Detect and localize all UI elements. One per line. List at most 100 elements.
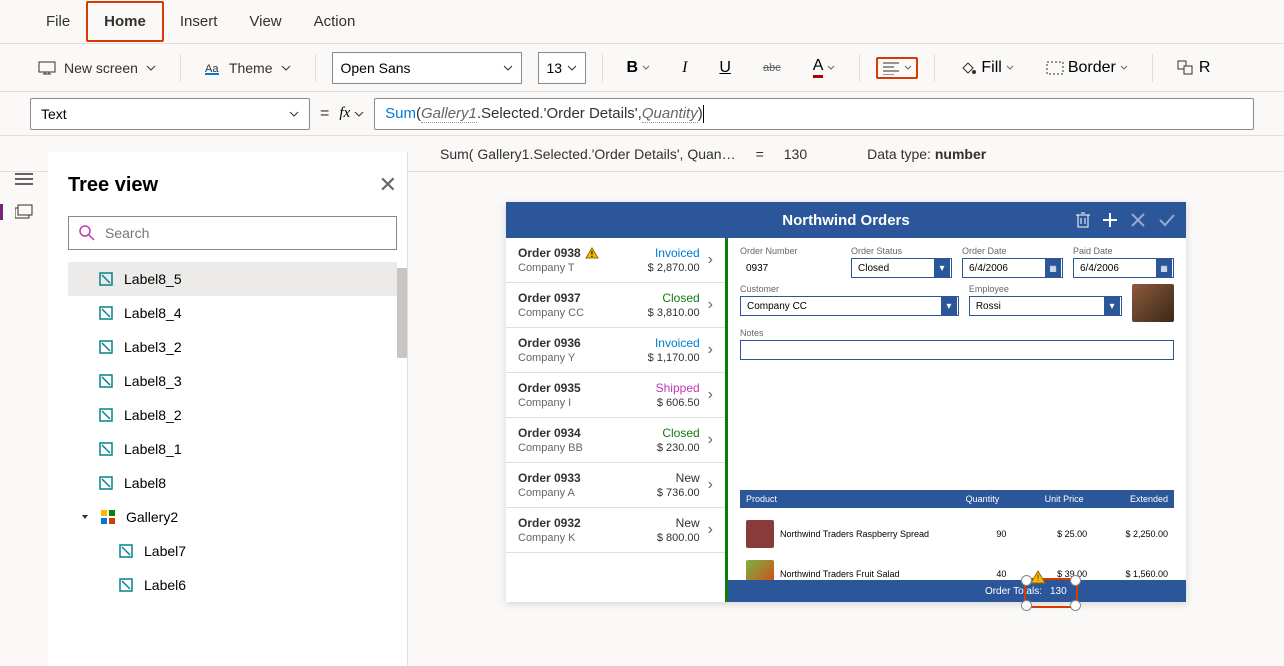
order-row[interactable]: Order 0938 !Company TInvoiced$ 2,870.00› (506, 238, 725, 283)
scrollbar-thumb[interactable] (397, 268, 407, 358)
product-row[interactable]: Northwind Traders Raspberry Spread90$ 25… (740, 514, 1174, 554)
tree-item-label8_1[interactable]: Label8_1 (68, 432, 397, 466)
field-label: Employee (969, 284, 1122, 294)
font-value: Open Sans (341, 60, 411, 76)
chevron-right-icon: › (708, 251, 713, 269)
tree-scroll[interactable]: Label8_5 Label8_4 Label3_2 Label8_3Label8_2… (68, 262, 397, 662)
notes-input[interactable] (740, 340, 1174, 360)
tree-item-label6[interactable]: Label6 (68, 568, 397, 602)
tree-item-label3_2[interactable]: Label3_2 (68, 330, 397, 364)
selected-control[interactable]: ! 130 (1024, 578, 1078, 608)
hamburger-icon[interactable] (15, 172, 33, 186)
separator (1152, 54, 1153, 82)
menu-home[interactable]: Home (86, 1, 164, 42)
menu-file[interactable]: File (30, 3, 86, 40)
chevron-right-icon: › (708, 476, 713, 494)
font-size-combo[interactable]: 13 (538, 52, 586, 84)
italic-button[interactable]: I (674, 55, 695, 81)
chevron-down-icon (642, 65, 650, 70)
canvas-area[interactable]: Northwind Orders Order 0938 !Company TIn… (408, 188, 1284, 666)
paid-date-picker[interactable]: 6/4/2006▦ (1073, 258, 1174, 278)
order-row[interactable]: Order 0932Company KNew$ 800.00› (506, 508, 725, 553)
label-icon (98, 373, 114, 389)
menu-action[interactable]: Action (298, 3, 372, 40)
data-type: Data type: number (867, 146, 986, 162)
tree-item-label8_4[interactable]: Label8_4 (68, 296, 397, 330)
cancel-icon[interactable] (1130, 212, 1146, 228)
border-button[interactable]: Border (1038, 55, 1136, 81)
new-screen-button[interactable]: New screen (30, 56, 164, 80)
chevron-down-icon (567, 65, 577, 71)
tree-item-label8_5[interactable]: Label8_5 (68, 262, 397, 296)
order-id: Order 0936 (518, 336, 581, 350)
label-icon (98, 339, 114, 355)
order-status: Invoiced (655, 336, 700, 350)
field-label: Order Status (851, 246, 952, 256)
resize-handle[interactable] (1070, 575, 1081, 586)
tree-item-gallery2[interactable]: Gallery2 (68, 500, 397, 534)
order-status-dropdown[interactable]: Closed▾ (851, 258, 952, 278)
resize-handle[interactable] (1021, 600, 1032, 611)
underline-button[interactable]: U (711, 55, 739, 81)
tree-view-icon[interactable] (0, 204, 33, 220)
tree-item-label7[interactable]: Label7 (68, 534, 397, 568)
order-company: Company Y (518, 352, 581, 364)
tree-item-label8[interactable]: Label8 (68, 466, 397, 500)
resize-handle[interactable] (1070, 600, 1081, 611)
order-row[interactable]: Order 0934Company BBClosed$ 230.00› (506, 418, 725, 463)
order-row[interactable]: Order 0937Company CCClosed$ 3,810.00› (506, 283, 725, 328)
tree-item-label: Label8_4 (124, 305, 182, 321)
chevron-down-icon (1006, 65, 1014, 70)
order-company: Company CC (518, 307, 584, 319)
reorder-button[interactable]: R (1169, 55, 1219, 81)
order-row[interactable]: Order 0936Company YInvoiced$ 1,170.00› (506, 328, 725, 373)
employee-dropdown[interactable]: Rossi▾ (969, 296, 1122, 316)
gallery-icon (100, 509, 116, 525)
calendar-icon: ▦ (1045, 259, 1061, 277)
reorder-icon (1177, 60, 1195, 76)
theme-label: Theme (229, 60, 273, 76)
product-image (746, 520, 774, 548)
theme-button[interactable]: Aa Theme (197, 56, 299, 80)
menu-insert[interactable]: Insert (164, 3, 234, 40)
orders-gallery[interactable]: Order 0938 !Company TInvoiced$ 2,870.00›… (506, 238, 728, 602)
order-date-picker[interactable]: 6/4/2006▦ (962, 258, 1063, 278)
font-color-button[interactable]: A (805, 53, 844, 82)
chevron-down-icon (503, 65, 513, 71)
expand-icon[interactable] (80, 512, 90, 522)
svg-text:!: ! (590, 250, 593, 259)
fill-button[interactable]: Fill (951, 55, 1021, 81)
product-unit-price: $ 25.00 (1006, 529, 1087, 539)
tree-item-label8_2[interactable]: Label8_2 (68, 398, 397, 432)
add-icon[interactable] (1102, 212, 1118, 228)
trash-icon[interactable] (1076, 212, 1090, 228)
property-selector[interactable]: Text (30, 98, 310, 130)
close-icon[interactable]: ✕ (379, 172, 397, 198)
tree-item-label: Label3_2 (124, 339, 182, 355)
menu-view[interactable]: View (233, 3, 297, 40)
separator (180, 54, 181, 82)
search-box[interactable] (68, 216, 397, 250)
align-button[interactable] (876, 57, 918, 79)
font-combo[interactable]: Open Sans (332, 52, 522, 84)
product-extended: $ 1,560.00 (1087, 569, 1168, 579)
chevron-down-icon (904, 65, 912, 70)
search-input[interactable] (105, 225, 386, 241)
chevron-down-icon (146, 65, 156, 71)
totals-bar: Order Totals: (728, 580, 1186, 602)
order-id: Order 0937 (518, 291, 584, 305)
fx-button[interactable]: fx (339, 105, 364, 122)
order-amount: $ 3,810.00 (648, 307, 700, 319)
customer-dropdown[interactable]: Company CC▾ (740, 296, 959, 316)
order-row[interactable]: Order 0933Company ANew$ 736.00› (506, 463, 725, 508)
order-row[interactable]: Order 0935Company IShipped$ 606.50› (506, 373, 725, 418)
resize-handle[interactable] (1021, 575, 1032, 586)
order-number-value: 0937 (740, 258, 841, 278)
formula-input[interactable]: Sum( Gallery1.Selected.'Order Details', … (374, 98, 1254, 130)
align-icon (882, 61, 900, 75)
bold-button[interactable]: B (619, 55, 659, 81)
strikethrough-button[interactable]: abc (755, 58, 789, 78)
order-detail: Order Number0937 Order StatusClosed▾ Ord… (728, 238, 1186, 602)
check-icon[interactable] (1158, 212, 1176, 228)
tree-item-label8_3[interactable]: Label8_3 (68, 364, 397, 398)
